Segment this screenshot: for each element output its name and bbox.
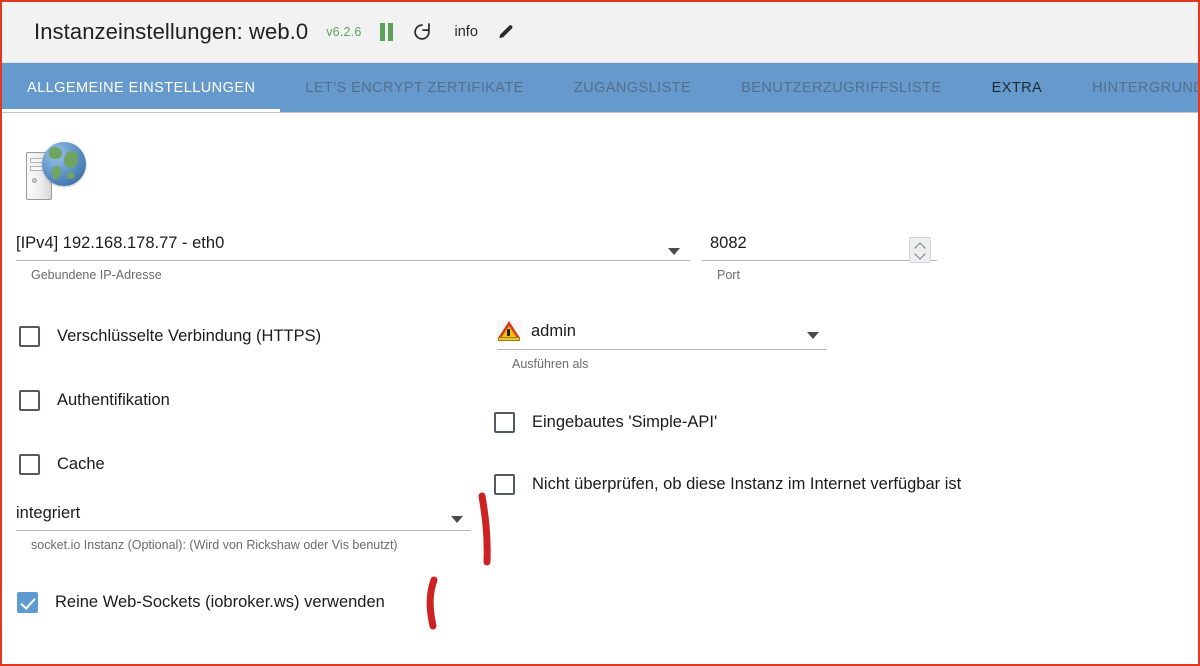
- tab-extra[interactable]: EXTRA: [967, 63, 1068, 112]
- port-input[interactable]: 8082 Port: [702, 234, 937, 282]
- page-title: Instanzeinstellungen: web.0: [34, 19, 309, 44]
- socketio-value: integriert: [16, 504, 81, 522]
- checkbox-label: Cache: [57, 455, 105, 473]
- run-as-select[interactable]: admin Ausführen als: [497, 320, 827, 371]
- checkbox-box[interactable]: [494, 412, 515, 433]
- tab-zugangsliste[interactable]: ZUGANGSLISTE: [549, 63, 716, 112]
- checkbox-pure-websockets[interactable]: Reine Web-Sockets (iobroker.ws) verwende…: [17, 592, 385, 613]
- app-window: Instanzeinstellungen: web.0 v6.2.6 info …: [0, 0, 1200, 666]
- checkbox-box[interactable]: [17, 592, 38, 613]
- run-as-helper: Ausführen als: [512, 357, 589, 371]
- version-badge: v6.2.6: [326, 25, 362, 39]
- port-helper: Port: [717, 268, 740, 282]
- tab-hintergrund[interactable]: HINTERGRUND: [1067, 63, 1198, 112]
- checkbox-simple-api[interactable]: Eingebautes 'Simple-API': [494, 412, 717, 433]
- chevron-down-icon[interactable]: [807, 332, 819, 339]
- tab-label: BENUTZERZUGRIFFSLISTE: [741, 79, 942, 96]
- tab-benutzerzugriffsliste[interactable]: BENUTZERZUGRIFFSLISTE: [716, 63, 966, 112]
- pencil-icon[interactable]: [496, 22, 516, 42]
- bound-ip-helper: Gebundene IP-Adresse: [31, 268, 162, 282]
- checkbox-cache[interactable]: Cache: [19, 454, 105, 475]
- tab-label: ALLGEMEINE EINSTELLUNGEN: [27, 79, 256, 96]
- quantity-stepper[interactable]: [909, 237, 931, 263]
- checkbox-label: Verschlüsselte Verbindung (HTTPS): [57, 327, 322, 345]
- checkbox-label: Authentifikation: [57, 391, 170, 409]
- tab-lets-encrypt-zertifikate[interactable]: LET'S ENCRYPT ZERTIFIKATE: [280, 63, 548, 112]
- server-globe-icon: [24, 140, 96, 202]
- socketio-instance-select[interactable]: integriert socket.io Instanz (Optional):…: [16, 504, 471, 552]
- instance-settings-header: Instanzeinstellungen: web.0 v6.2.6 info: [2, 2, 1198, 63]
- checkbox-box[interactable]: [19, 390, 40, 411]
- chevron-down-icon[interactable]: [916, 252, 925, 257]
- checkbox-box[interactable]: [19, 326, 40, 347]
- run-as-value: admin: [531, 321, 576, 340]
- pause-icon[interactable]: [379, 23, 393, 41]
- run-as-row: admin: [497, 320, 827, 349]
- checkbox-box[interactable]: [494, 474, 515, 495]
- checkbox-label: Eingebautes 'Simple-API': [532, 413, 718, 431]
- checkbox-label: Reine Web-Sockets (iobroker.ws) verwende…: [55, 593, 385, 611]
- tab-label: EXTRA: [991, 79, 1043, 96]
- settings-tabbar[interactable]: ALLGEMEINE EINSTELLUNGEN LET'S ENCRYPT Z…: [2, 63, 1198, 113]
- tab-label: ZUGANGSLISTE: [573, 79, 692, 96]
- checkbox-https[interactable]: Verschlüsselte Verbindung (HTTPS): [19, 326, 321, 347]
- checkbox-label: Nicht überprüfen, ob diese Instanz im In…: [532, 475, 962, 493]
- chevron-down-icon[interactable]: [451, 516, 463, 523]
- info-label[interactable]: info: [455, 24, 478, 40]
- globe-shape: [42, 142, 86, 186]
- refresh-icon[interactable]: [411, 21, 433, 43]
- tab-label: HINTERGRUND: [1092, 79, 1198, 96]
- checkbox-authentication[interactable]: Authentifikation: [19, 390, 170, 411]
- settings-form: [IPv4] 192.168.178.77 - eth0 Gebundene I…: [2, 114, 1198, 664]
- port-value[interactable]: 8082: [702, 234, 937, 260]
- warning-triangle-icon: [497, 320, 521, 342]
- bound-ip-value: [IPv4] 192.168.178.77 - eth0: [16, 234, 225, 252]
- socketio-helper: socket.io Instanz (Optional): (Wird von …: [31, 538, 398, 552]
- chevron-down-icon[interactable]: [668, 248, 680, 255]
- checkbox-no-internet-check[interactable]: Nicht überprüfen, ob diese Instanz im In…: [494, 474, 961, 495]
- tab-allgemeine-einstellungen[interactable]: ALLGEMEINE EINSTELLUNGEN: [2, 63, 281, 112]
- bound-ip-select[interactable]: [IPv4] 192.168.178.77 - eth0 Gebundene I…: [16, 234, 690, 282]
- tab-label: LET'S ENCRYPT ZERTIFIKATE: [305, 79, 524, 96]
- checkbox-box[interactable]: [19, 454, 40, 475]
